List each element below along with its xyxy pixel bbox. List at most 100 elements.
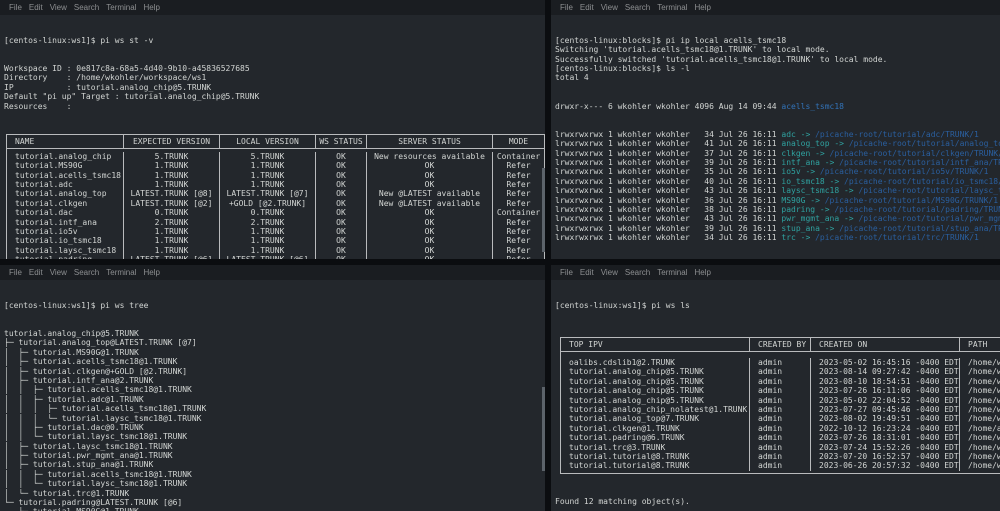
table-cell: /home/wk	[968, 386, 1000, 396]
table-cell: OK	[367, 217, 493, 227]
menu-item-search[interactable]: Search	[74, 268, 99, 277]
table-row: tutorial.tutorial@8.TRUNK admin 2023-07-20…	[561, 451, 1000, 462]
terminal-output[interactable]: [centos-linux:blocks]$ pi ip local acell…	[551, 15, 1000, 259]
menu-item-edit[interactable]: Edit	[29, 3, 43, 12]
scrollbar-thumb[interactable]	[542, 387, 545, 471]
menu-item-edit[interactable]: Edit	[580, 3, 594, 12]
menu-item-help[interactable]: Help	[143, 268, 159, 277]
table-cell: LATEST.TRUNK [@6]	[220, 255, 316, 259]
table-cell: /home/wk	[968, 395, 1000, 405]
menu-item-edit[interactable]: Edit	[29, 268, 43, 277]
table-cell: Refer	[506, 198, 531, 208]
table-cell: 1.TRUNK	[220, 179, 316, 190]
table-cell: tutorial.analog_chip@5.TRUNK	[561, 386, 750, 396]
menu-item-file[interactable]: File	[9, 3, 22, 12]
menu-item-help[interactable]: Help	[694, 3, 710, 12]
menu-item-edit[interactable]: Edit	[580, 268, 594, 277]
menu-item-file[interactable]: File	[560, 268, 573, 277]
file-mode-text: lrwxrwxrwx 1 wkohler wkohler 36 Jul 26 1…	[555, 195, 782, 205]
menu-item-terminal[interactable]: Terminal	[657, 268, 687, 277]
menu-item-terminal[interactable]: Terminal	[657, 3, 687, 12]
symlink-arrow: ->	[819, 223, 840, 233]
file-mode-text: lrwxrwxrwx 1 wkohler wkohler 39 Jul 26 1…	[555, 157, 782, 167]
terminal-line: total 4	[555, 73, 589, 83]
table-cell: 2023-07-20 16:52:57 -0400 EDT	[811, 451, 960, 462]
column-header: MODE	[493, 135, 544, 149]
table-cell: tutorial.analog_chip@5.TRUNK	[561, 376, 750, 387]
file-list-line: lrwxrwxrwx 1 wkohler wkohler 37 Jul 26 1…	[555, 149, 1000, 158]
terminal-output[interactable]: [centos-linux:ws1]$ pi ws st -v Workspac…	[0, 15, 545, 259]
terminal-line: │ ├─ tutorial.clkgen@+GOLD [@2.TRUNK]	[4, 366, 188, 376]
file-list-line: lrwxrwxrwx 1 wkohler wkohler 43 Jul 26 1…	[555, 186, 1000, 195]
terminal-line: Resources :	[4, 101, 72, 111]
table-cell: 2023-07-26 16:11:06 -0400 EDT	[811, 386, 960, 396]
table-cell: tutorial.trc@3.TRUNK	[561, 442, 750, 452]
table-cell: 2023-08-10 18:54:51 -0400 EDT	[811, 376, 960, 387]
table-cell: tutorial.padring@6.TRUNK	[561, 433, 750, 443]
table-cell: tutorial.analog_chip@5.TRUNK	[561, 367, 750, 377]
table-cell: /home/wk	[968, 376, 1000, 386]
file-mode-text: lrwxrwxrwx 1 wkohler wkohler 43 Jul 26 1…	[555, 214, 782, 224]
terminal-line: IP : tutorial.analog_chip@5.TRUNK	[4, 82, 212, 92]
file-mode-text: lrwxrwxrwx 1 wkohler wkohler 37 Jul 26 1…	[555, 148, 782, 158]
workspace-list-table: TOP IPV CREATED BY CREATED ON PATH oalibs.cd…	[560, 337, 1000, 474]
table-row: tutorial.analog_chip@5.TRUNK admin 2023-08…	[561, 376, 1000, 387]
table-row: tutorial.padringLATEST.TRUNK [@6]LATEST.…	[7, 255, 544, 259]
menu-item-view[interactable]: View	[50, 3, 67, 12]
menu-item-help[interactable]: Help	[694, 268, 710, 277]
symlink-name: MS90G	[781, 195, 806, 205]
table-cell: LATEST.TRUNK [@8]	[124, 189, 220, 199]
menu-item-file[interactable]: File	[560, 3, 573, 12]
symlink-target-path: /picache-root/tutorial/intf_ana/TRUNK/2	[839, 157, 1000, 167]
terminal-output[interactable]: [centos-linux:ws1]$ pi ws tree tutorial.…	[0, 280, 545, 511]
file-mode-text: lrwxrwxrwx 1 wkohler wkohler 34 Jul 26 1…	[555, 129, 782, 139]
table-row: tutorial.analog_top@7.TRUNK admin 2023-08-…	[561, 414, 1000, 424]
table-cell: tutorial.laysc_tsmc18	[7, 245, 124, 256]
table-row: tutorial.clkgen LATEST.TRUNK [@2] +GOLD [@…	[7, 198, 544, 209]
file-mode-text: lrwxrwxrwx 1 wkohler wkohler 40 Jul 26 1…	[555, 176, 782, 186]
table-cell: admin	[750, 442, 811, 452]
table-cell: OK	[316, 161, 367, 171]
table-cell: /home/wk	[968, 414, 1000, 424]
menu-bar: File Edit View Search Terminal Help	[0, 265, 545, 280]
table-cell: /home/wk	[968, 433, 1000, 443]
table-row: tutorial.analog_top LATEST.TRUNK [@8] LATE…	[7, 189, 544, 199]
menu-bar: File Edit View Search Terminal Help	[551, 265, 1000, 280]
menu-item-view[interactable]: View	[601, 3, 618, 12]
symlink-name: io_tsmc18	[781, 176, 825, 186]
terminal-line: │ │ ├─ tutorial.acells_tsmc18@1.TRUNK	[4, 385, 192, 395]
table-cell: 2023-05-02 22:04:52 -0400 EDT	[811, 395, 960, 405]
table-cell: OK	[316, 208, 367, 218]
menu-item-file[interactable]: File	[9, 268, 22, 277]
table-cell: 2023-07-26 18:31:01 -0400 EDT	[811, 433, 960, 443]
menu-item-search[interactable]: Search	[74, 3, 99, 12]
table-cell: 1.TRUNK	[124, 226, 220, 237]
table-cell: 1.TRUNK	[124, 170, 220, 180]
menu-item-search[interactable]: Search	[625, 268, 650, 277]
menu-item-terminal[interactable]: Terminal	[106, 268, 136, 277]
table-cell: New @LATEST available	[367, 189, 493, 199]
file-mode-text: lrwxrwxrwx 1 wkohler wkohler 43 Jul 26 1…	[555, 186, 782, 196]
menu-item-search[interactable]: Search	[625, 3, 650, 12]
menu-item-view[interactable]: View	[50, 268, 67, 277]
table-cell: OK	[367, 179, 493, 190]
terminal-line: tutorial.analog_chip@5.TRUNK	[4, 329, 139, 339]
symlink-target-path: /picache-root/tutorial/stup_ana/TRUNK/1	[839, 223, 1000, 233]
table-cell: admin	[750, 386, 811, 396]
file-list-line: lrwxrwxrwx 1 wkohler wkohler 43 Jul 26 1…	[555, 214, 1000, 223]
table-cell: /home/wk	[968, 451, 1000, 461]
symlink-name: adc	[781, 129, 796, 139]
menu-item-view[interactable]: View	[601, 268, 618, 277]
table-cell: tutorial.clkgen	[7, 198, 124, 209]
table-cell: 1.TRUNK	[220, 245, 316, 256]
menu-item-help[interactable]: Help	[143, 3, 159, 12]
table-row: tutorial.acells_tsmc18 1.TRUNK 1.TRUNK OK OK…	[7, 170, 544, 180]
symlink-arrow: ->	[805, 195, 825, 205]
shell-command-line: [centos-linux:ws1]$ pi ws ls	[555, 300, 690, 310]
symlink-name: intf_ana	[781, 157, 820, 167]
scrollbar-thumb[interactable]	[542, 168, 545, 252]
table-cell: OK	[316, 217, 367, 227]
table-cell: Refer	[506, 236, 531, 246]
menu-item-terminal[interactable]: Terminal	[106, 3, 136, 12]
terminal-output[interactable]: [centos-linux:ws1]$ pi ws ls TOP IPV CREA…	[551, 280, 1000, 511]
